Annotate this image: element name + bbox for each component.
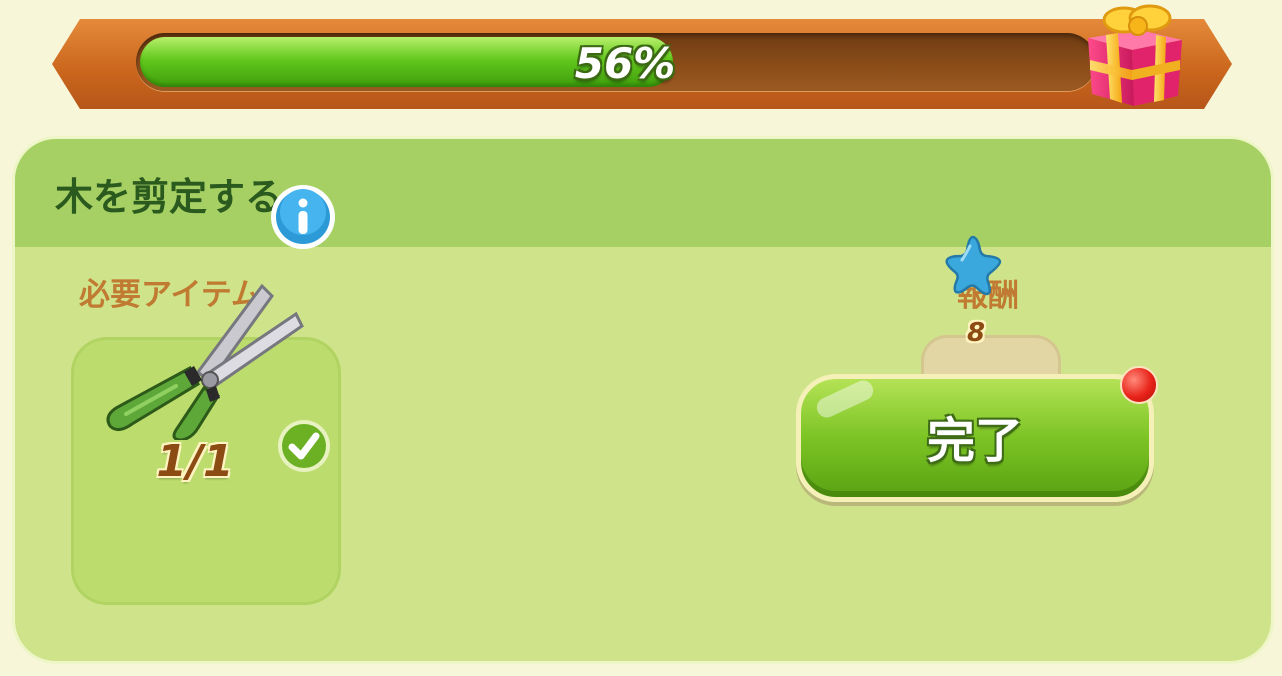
progress-percent-label: 56%	[574, 39, 676, 88]
complete-button[interactable]: 完了	[796, 374, 1154, 502]
notification-dot-icon	[1120, 366, 1158, 404]
reward-amount: 8	[966, 318, 986, 348]
check-icon	[278, 420, 330, 472]
gift-box-icon[interactable]	[1078, 0, 1190, 112]
task-header: 木を剪定する	[15, 139, 1271, 247]
required-item-count: 1/1	[156, 436, 234, 487]
blue-star-icon	[945, 235, 1002, 296]
pruning-shears-icon	[106, 283, 304, 440]
complete-button-label: 完了	[926, 413, 1023, 469]
task-title: 木を剪定する	[55, 175, 284, 219]
info-icon[interactable]	[268, 182, 338, 252]
